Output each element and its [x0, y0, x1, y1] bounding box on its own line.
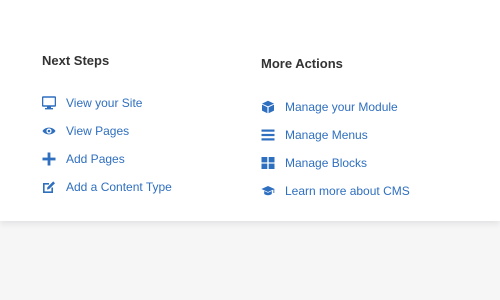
- dashboard-card: Next Steps View your Site View Pages Add…: [0, 0, 500, 221]
- add-content-type-link[interactable]: Add a Content Type: [66, 180, 172, 194]
- next-steps-heading: Next Steps: [42, 53, 110, 68]
- list-item-manage-module[interactable]: Manage your Module: [261, 93, 410, 121]
- list-item-view-pages[interactable]: View Pages: [42, 117, 172, 145]
- manage-blocks-link[interactable]: Manage Blocks: [285, 156, 367, 170]
- list-item-view-site[interactable]: View your Site: [42, 89, 172, 117]
- manage-menus-link[interactable]: Manage Menus: [285, 128, 368, 142]
- add-pages-link[interactable]: Add Pages: [66, 152, 125, 166]
- next-steps-list: View your Site View Pages Add Pages Add …: [42, 89, 172, 201]
- cube-icon: [261, 100, 275, 114]
- list-item-manage-menus[interactable]: Manage Menus: [261, 121, 410, 149]
- more-actions-section: More Actions Manage your Module Manage M…: [261, 56, 410, 205]
- more-actions-list: Manage your Module Manage Menus Manage B…: [261, 93, 410, 205]
- view-site-link[interactable]: View your Site: [66, 96, 142, 110]
- view-pages-link[interactable]: View Pages: [66, 124, 129, 138]
- next-steps-section: Next Steps View your Site View Pages Add…: [42, 53, 172, 201]
- learn-cms-link[interactable]: Learn more about CMS: [285, 184, 410, 198]
- monitor-icon: [42, 96, 56, 110]
- manage-module-link[interactable]: Manage your Module: [285, 100, 398, 114]
- blocks-grid-icon: [261, 156, 275, 170]
- list-item-learn-cms[interactable]: Learn more about CMS: [261, 177, 410, 205]
- more-actions-heading: More Actions: [261, 56, 343, 71]
- eye-icon: [42, 124, 56, 138]
- plus-icon: [42, 152, 56, 166]
- graduation-cap-icon: [261, 184, 275, 198]
- edit-icon: [42, 180, 56, 194]
- list-item-add-pages[interactable]: Add Pages: [42, 145, 172, 173]
- bars-icon: [261, 128, 275, 142]
- list-item-manage-blocks[interactable]: Manage Blocks: [261, 149, 410, 177]
- list-item-add-content-type[interactable]: Add a Content Type: [42, 173, 172, 201]
